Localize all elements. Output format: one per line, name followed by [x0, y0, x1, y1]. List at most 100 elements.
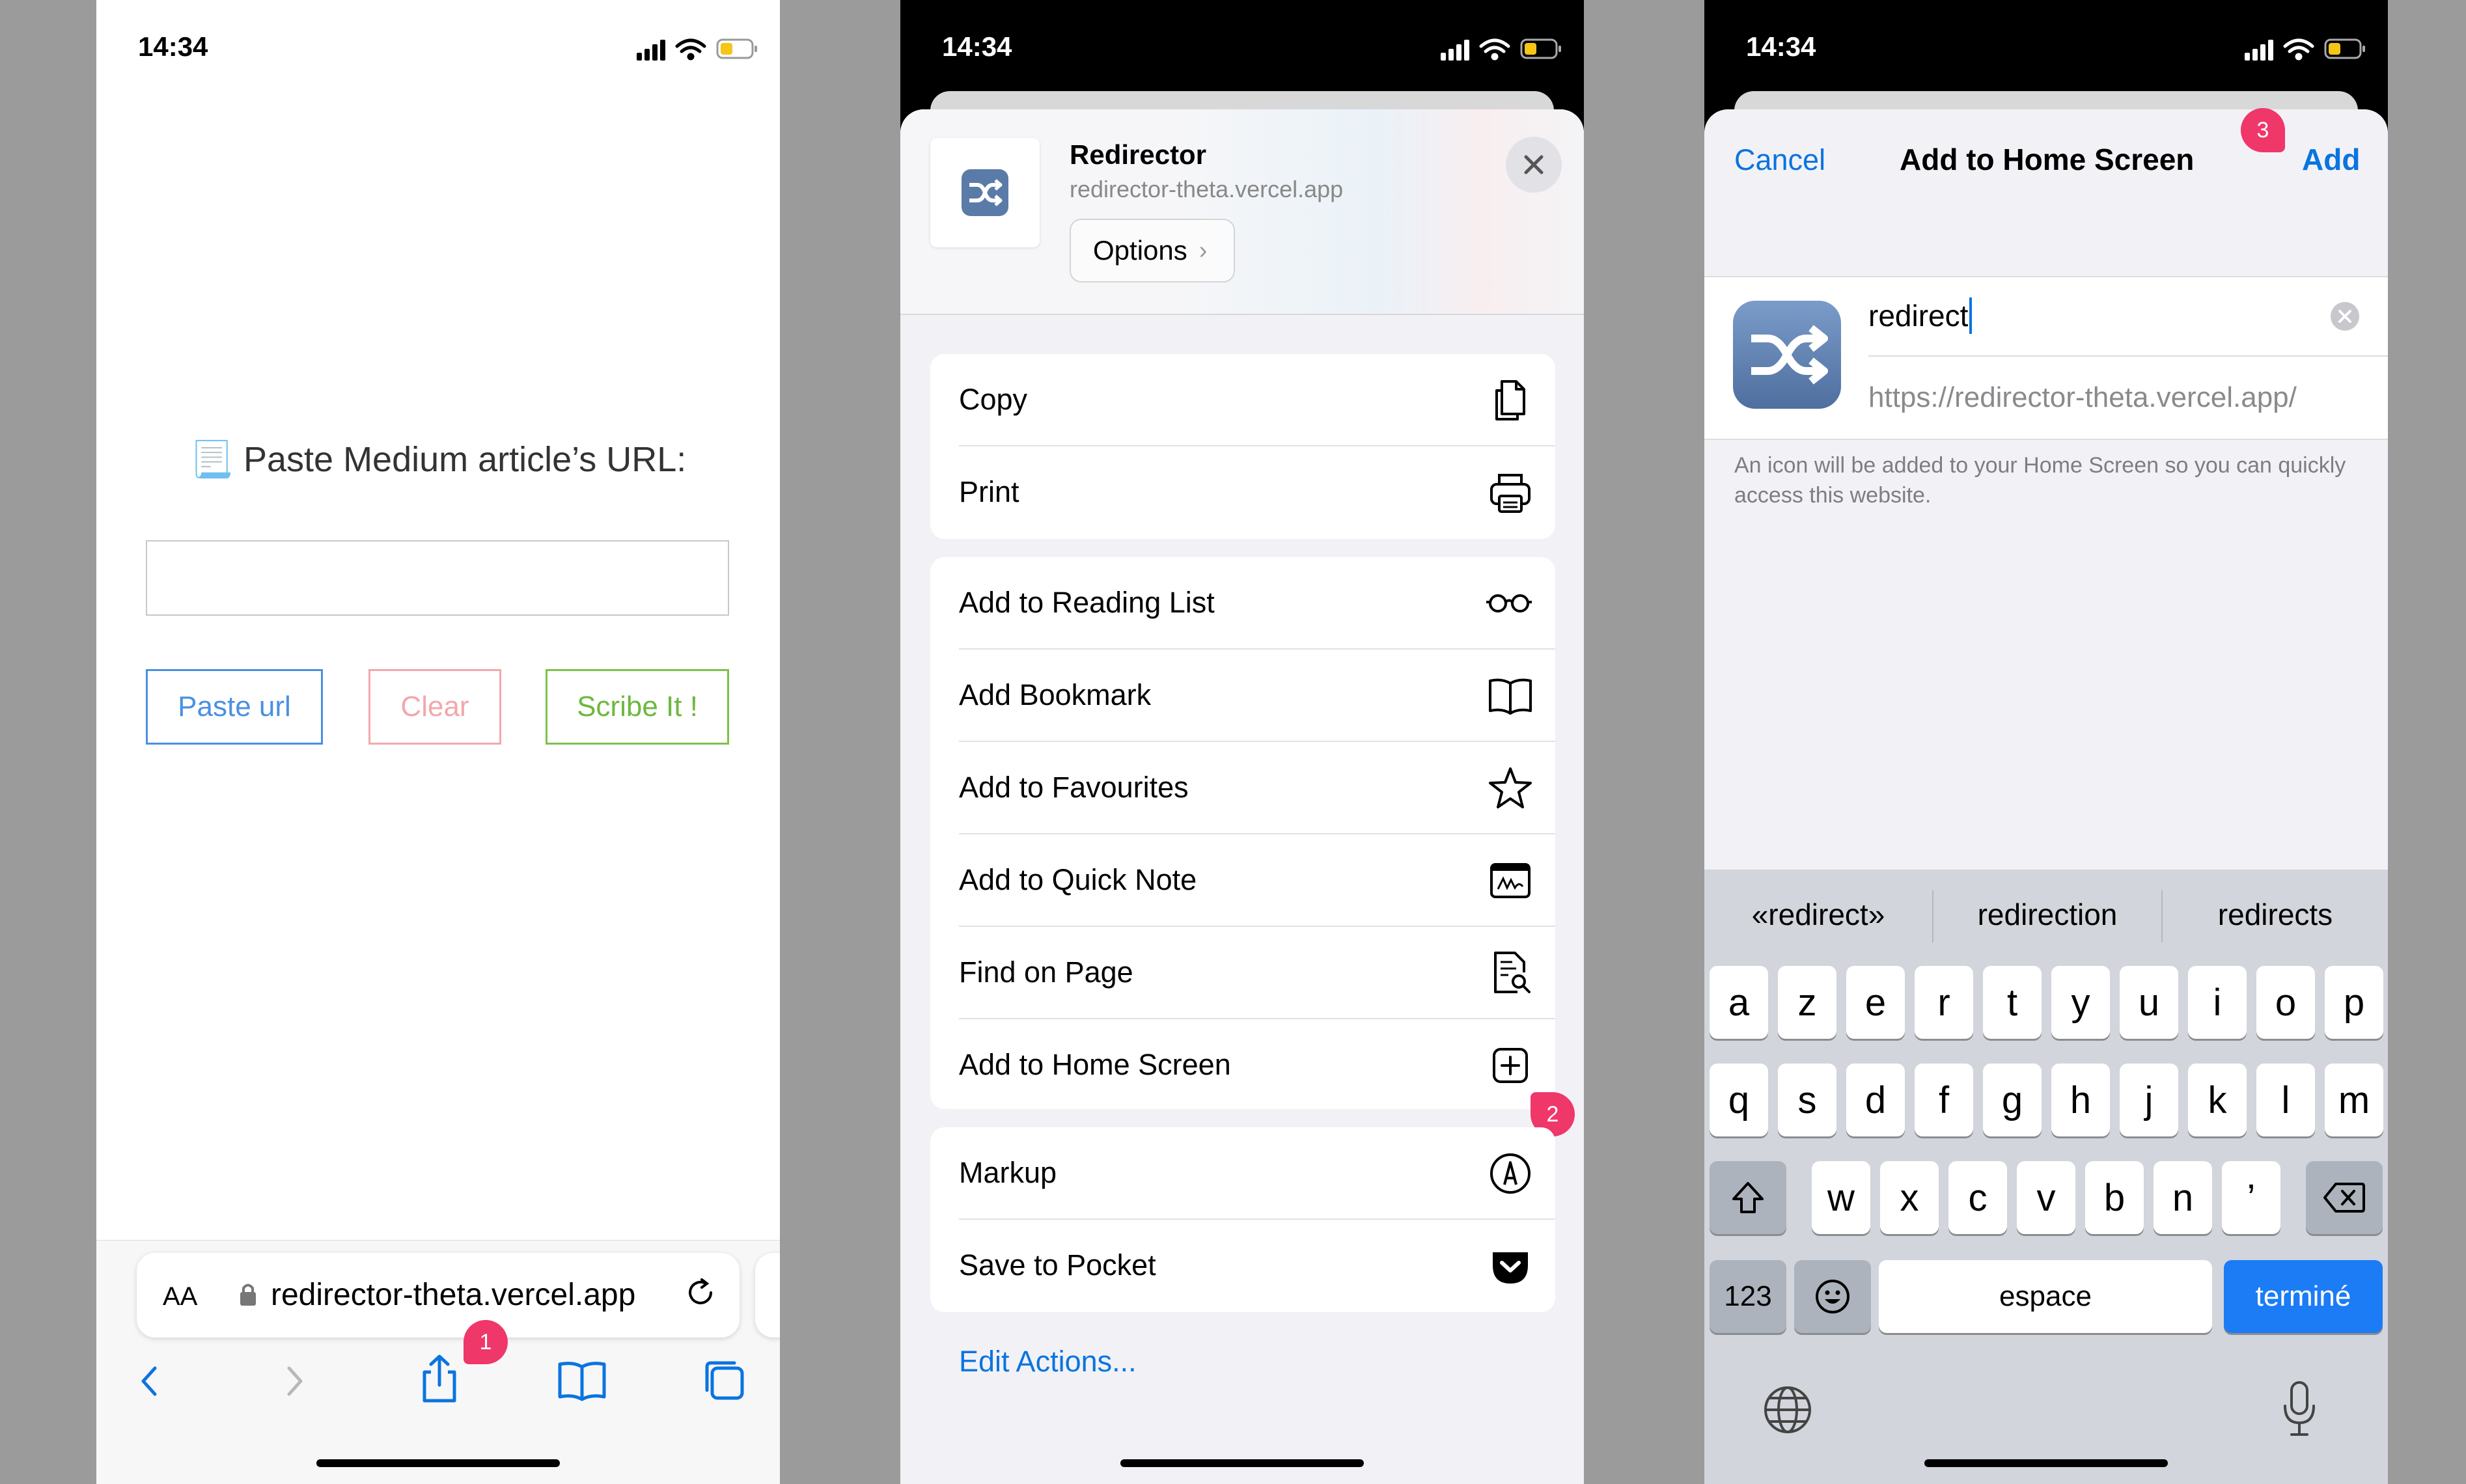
address-url[interactable]: redirector-theta.vercel.app: [271, 1277, 635, 1313]
field-separator: [1868, 355, 2388, 357]
options-button[interactable]: Options ›: [1070, 219, 1235, 282]
key[interactable]: n: [2154, 1161, 2212, 1234]
key[interactable]: v: [2017, 1161, 2075, 1234]
copy-icon: [1495, 380, 1525, 420]
markup-icon: [1490, 1153, 1531, 1194]
signal-icon: [637, 40, 665, 61]
url-field: https://redirector-theta.vercel.app/: [1868, 381, 2297, 413]
action-add-to-reading-list[interactable]: Add to Reading List: [930, 557, 1555, 648]
status-bar: 14:34: [96, 0, 780, 98]
glasses-icon: [1486, 594, 1532, 612]
key[interactable]: l: [2256, 1064, 2315, 1136]
wifi-icon: [2283, 38, 2314, 61]
quick-note-icon: [1490, 863, 1531, 898]
signal-icon: [1441, 40, 1469, 61]
reload-icon[interactable]: [682, 1274, 719, 1311]
cancel-button[interactable]: Cancel: [1734, 143, 1825, 177]
share-icon[interactable]: [417, 1353, 462, 1405]
action-print[interactable]: Print: [930, 447, 1555, 538]
action-label: Find on Page: [959, 955, 1133, 989]
key[interactable]: r: [1915, 966, 1973, 1039]
battery-icon: [1520, 38, 1561, 59]
key[interactable]: g: [1983, 1064, 2042, 1136]
key[interactable]: z: [1778, 966, 1836, 1039]
status-icons: [2245, 38, 2365, 61]
numbers-key[interactable]: 123: [1710, 1260, 1786, 1333]
pocket-icon: [1493, 1252, 1528, 1284]
action-markup[interactable]: Markup: [930, 1127, 1555, 1218]
key[interactable]: q: [1710, 1064, 1768, 1136]
key[interactable]: c: [1948, 1161, 2007, 1234]
forward-icon[interactable]: [279, 1362, 311, 1401]
microphone-icon[interactable]: [2280, 1380, 2319, 1438]
scribe-it-button[interactable]: Scribe It !: [546, 669, 729, 745]
action-add-to-home-screen[interactable]: Add to Home Screen: [930, 1019, 1555, 1110]
add-square-icon: [1493, 1048, 1528, 1083]
screen-safari-page: 14:34 📃 Paste Medium article’s URL: Past…: [96, 0, 780, 1484]
battery-icon: [2324, 38, 2365, 59]
step-badge-3: 3: [2241, 108, 2285, 152]
app-url: redirector-theta.vercel.app: [1070, 176, 1344, 202]
key[interactable]: o: [2256, 966, 2315, 1039]
space-key[interactable]: espace: [1879, 1260, 2212, 1333]
key[interactable]: w: [1812, 1161, 1870, 1234]
screen-add-to-home: 14:34 Cancel Add to Home Screen Add 3 re…: [1704, 0, 2388, 1484]
suggestion-3[interactable]: redirects: [2163, 897, 2388, 932]
star-icon: [1489, 767, 1532, 808]
action-copy[interactable]: Copy: [930, 354, 1555, 445]
reader-text-size-button[interactable]: AA: [163, 1282, 197, 1312]
paste-url-button[interactable]: Paste url: [146, 669, 323, 745]
globe-icon[interactable]: [1762, 1384, 1814, 1436]
key[interactable]: s: [1778, 1064, 1836, 1136]
action-add-bookmark[interactable]: Add Bookmark: [930, 650, 1555, 741]
key[interactable]: p: [2325, 966, 2383, 1039]
key[interactable]: x: [1880, 1161, 1939, 1234]
shuffle-app-icon: [962, 169, 1008, 216]
key[interactable]: k: [2188, 1064, 2247, 1136]
clear-button[interactable]: Clear: [368, 669, 501, 745]
name-field[interactable]: redirect: [1868, 286, 2363, 345]
tabs-icon[interactable]: [702, 1358, 747, 1403]
bookmarks-icon[interactable]: [556, 1359, 608, 1402]
key[interactable]: u: [2120, 966, 2178, 1039]
actions-group-3: Markup Save to Pocket: [930, 1127, 1555, 1312]
suggestion-2[interactable]: redirection: [1933, 897, 2161, 932]
emoji-key[interactable]: [1794, 1260, 1871, 1333]
key[interactable]: y: [2051, 966, 2110, 1039]
delete-key[interactable]: [2306, 1161, 2383, 1234]
key[interactable]: h: [2051, 1064, 2110, 1136]
screen-share-sheet: 14:34 Redirector redirector-theta.vercel…: [900, 0, 1584, 1484]
clear-text-icon[interactable]: [2329, 301, 2361, 332]
key[interactable]: i: [2188, 966, 2247, 1039]
done-key[interactable]: terminé: [2224, 1260, 2383, 1333]
key[interactable]: a: [1710, 966, 1768, 1039]
status-time: 14:34: [1746, 31, 1816, 62]
status-bar: 14:34: [900, 0, 1584, 98]
action-label: Add to Favourites: [959, 771, 1189, 804]
key[interactable]: f: [1915, 1064, 1973, 1136]
key[interactable]: m: [2325, 1064, 2383, 1136]
key[interactable]: ’: [2222, 1161, 2280, 1234]
add-button[interactable]: Add: [2302, 142, 2360, 177]
action-add-to-favourites[interactable]: Add to Favourites: [930, 742, 1555, 833]
signal-icon: [2245, 40, 2273, 61]
shuffle-app-icon: [1733, 301, 1841, 409]
back-icon[interactable]: [133, 1362, 165, 1401]
action-add-to-quick-note[interactable]: Add to Quick Note: [930, 834, 1555, 926]
key[interactable]: b: [2085, 1161, 2144, 1234]
action-save-to-pocket[interactable]: Save to Pocket: [930, 1220, 1555, 1311]
paste-url-label: Paste url: [178, 691, 291, 722]
action-find-on-page[interactable]: Find on Page: [930, 927, 1555, 1018]
shift-key[interactable]: [1710, 1161, 1786, 1234]
key[interactable]: t: [1983, 966, 2042, 1039]
step-badge-1: 1: [464, 1320, 508, 1364]
print-icon: [1490, 474, 1531, 513]
key[interactable]: j: [2120, 1064, 2178, 1136]
key[interactable]: e: [1846, 966, 1905, 1039]
suggestion-1[interactable]: «redirect»: [1704, 897, 1932, 932]
action-label: Add to Reading List: [959, 586, 1215, 619]
url-input[interactable]: [146, 540, 729, 616]
edit-actions-link[interactable]: Edit Actions...: [959, 1345, 1137, 1379]
key[interactable]: d: [1846, 1064, 1905, 1136]
text-cursor: [1969, 297, 1973, 334]
